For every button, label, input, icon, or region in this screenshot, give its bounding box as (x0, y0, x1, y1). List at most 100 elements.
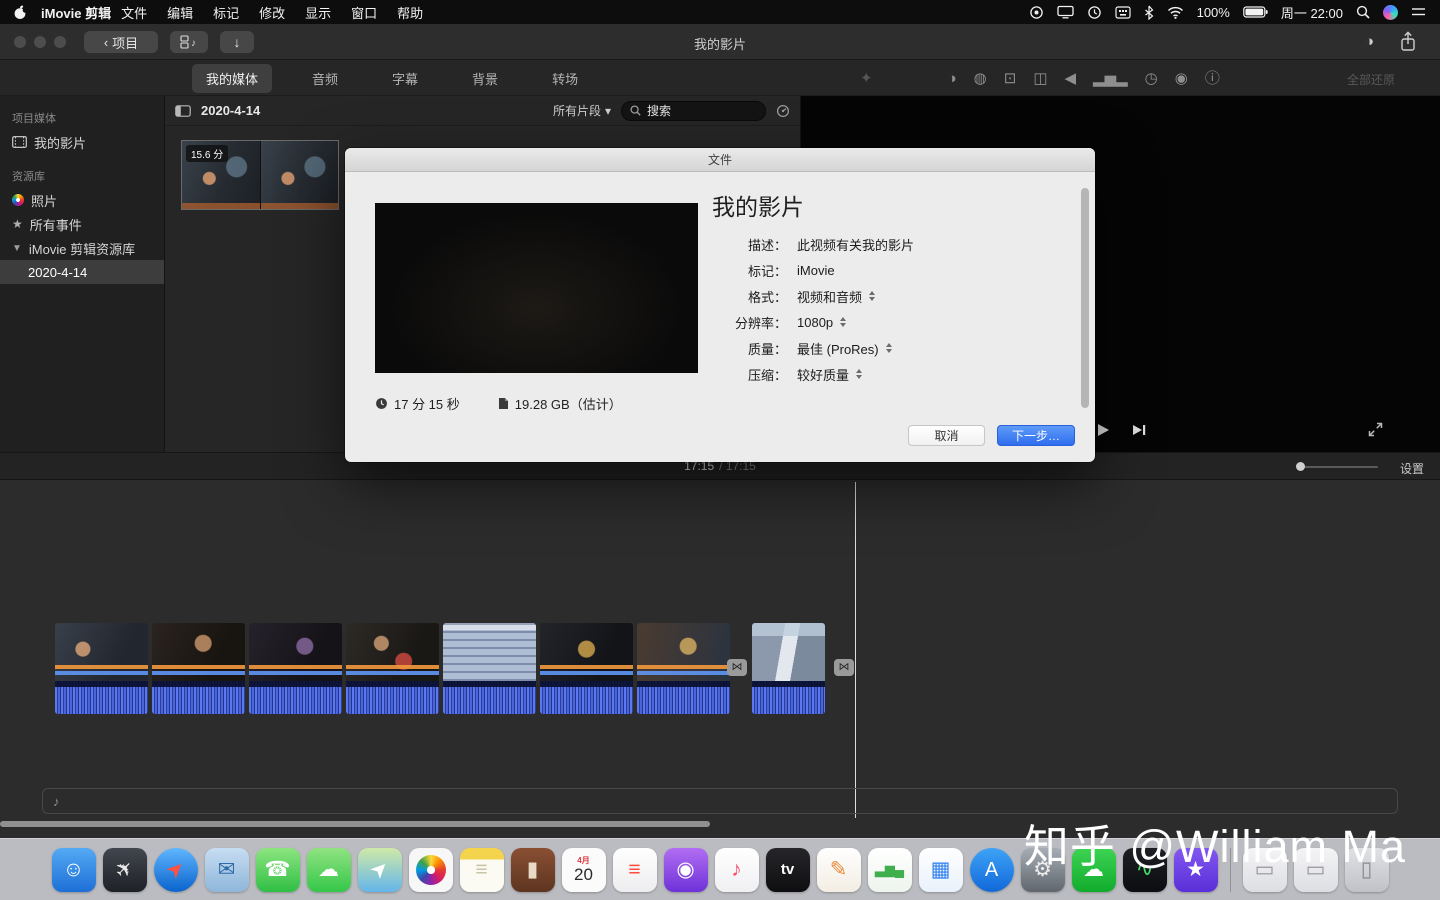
timeline-clip[interactable] (540, 623, 633, 714)
dock-facetime[interactable]: ☎ (255, 845, 301, 895)
timeline-horizontal-scrollbar[interactable] (0, 821, 710, 827)
dock-finder[interactable]: ☺ (51, 845, 97, 895)
timeline-zoom-slider[interactable] (1298, 466, 1378, 468)
menu-item[interactable]: 帮助 (397, 3, 423, 22)
notification-center-icon[interactable] (1411, 6, 1426, 18)
sidebar-item-imovie-library[interactable]: ▼ iMovie 剪辑资源库 (0, 236, 164, 260)
field-value[interactable]: 最佳 (ProRes) (797, 339, 879, 358)
tab-1[interactable]: 我的媒体 (192, 64, 272, 93)
spotlight-icon[interactable] (1356, 5, 1370, 19)
dock-appstore[interactable]: A (969, 845, 1015, 895)
screen-recording-icon[interactable] (1029, 5, 1044, 20)
preview-volume-icon[interactable]: ◀ (1065, 71, 1077, 86)
export-movie-title-field[interactable]: 我的影片 (712, 188, 804, 222)
dock-notes[interactable]: ≡ (459, 845, 505, 895)
preview-enhance-icon[interactable]: ✦ (860, 71, 873, 86)
display-icon[interactable] (1057, 5, 1074, 19)
menu-item[interactable]: 标记 (213, 3, 239, 22)
dock-maps[interactable]: ➤ (357, 845, 403, 895)
menu-item[interactable]: 编辑 (167, 3, 193, 22)
skip-forward-button[interactable] (1131, 423, 1147, 437)
battery-icon[interactable] (1243, 6, 1268, 18)
share-button[interactable] (1398, 31, 1418, 53)
fullscreen-icon[interactable] (1367, 421, 1384, 438)
menu-clock[interactable]: 周一 22:00 (1281, 3, 1343, 22)
preview-speed-icon[interactable]: ◷ (1145, 71, 1158, 86)
field-value[interactable]: 较好质量 (797, 365, 849, 384)
timeline-clip[interactable] (249, 623, 342, 714)
tab-2[interactable]: 音频 (298, 64, 352, 93)
dock-messages[interactable]: ☁ (306, 845, 352, 895)
field-value[interactable]: 1080p (797, 315, 833, 330)
preview-crop-icon[interactable]: ⊡ (1004, 71, 1017, 86)
sidebar-item-photos[interactable]: 照片 (0, 188, 164, 212)
cancel-button[interactable]: 取消 (908, 425, 985, 446)
dock-books[interactable]: ▮ (510, 845, 556, 895)
tab-5[interactable]: 转场 (538, 64, 592, 93)
dock-launchpad[interactable]: ✈ (102, 845, 148, 895)
sidebar-item-all-events[interactable]: ★ 所有事件 (0, 212, 164, 236)
dock-photos[interactable] (408, 845, 454, 895)
sidebar-toggle-icon[interactable] (175, 105, 191, 117)
timeline-settings-button[interactable]: 设置 (1400, 460, 1424, 477)
restore-all-label[interactable]: 全部还原 (1347, 71, 1395, 88)
tab-4[interactable]: 背景 (458, 64, 512, 93)
zoom-slider-knob[interactable] (1296, 462, 1305, 471)
preview-color-correction-icon[interactable]: ◍ (974, 71, 987, 86)
timeline-clip[interactable] (752, 623, 825, 714)
stepper-control[interactable] (869, 291, 875, 301)
menu-item[interactable]: 文件 (121, 3, 147, 22)
sidebar-item-event-2020-4-14[interactable]: 2020-4-14 (0, 260, 164, 284)
disclosure-triangle-icon[interactable]: ▼ (12, 243, 22, 254)
preview-noise-reduction-icon[interactable]: ▂▅▂ (1093, 71, 1128, 86)
menu-item[interactable]: 窗口 (351, 3, 377, 22)
preview-info-icon[interactable]: ⓘ (1205, 71, 1220, 86)
wifi-icon[interactable] (1167, 6, 1184, 19)
stepper-control[interactable] (840, 317, 846, 327)
playhead[interactable] (855, 482, 856, 818)
stepper-control[interactable] (856, 369, 862, 379)
dock-tv[interactable]: tv (765, 845, 811, 895)
timeline-clip[interactable] (55, 623, 148, 714)
preview-color-balance-icon[interactable]: ◑ (948, 71, 957, 86)
dialog-scrollbar[interactable] (1081, 188, 1089, 408)
timeline-clip[interactable] (637, 623, 730, 714)
timeline-clip[interactable] (443, 623, 536, 714)
preview-effects-icon[interactable]: ◉ (1175, 71, 1188, 86)
dock-pages[interactable]: ✎ (816, 845, 862, 895)
appearance-toggle-icon[interactable]: ◑ (1365, 33, 1374, 50)
timeline-clip[interactable] (152, 623, 245, 714)
field-value[interactable]: 此视频有关我的影片 (797, 235, 914, 254)
search-input[interactable]: 搜索 (621, 101, 766, 121)
clip-filter-dropdown[interactable]: 所有片段 ▾ (553, 102, 611, 119)
field-value[interactable]: iMovie (797, 263, 835, 278)
menu-app-name[interactable]: iMovie 剪辑 (41, 3, 111, 22)
tab-3[interactable]: 字幕 (378, 64, 432, 93)
sidebar-item-my-movie[interactable]: 我的影片 (0, 130, 164, 154)
stepper-control[interactable] (886, 343, 892, 353)
preview-stabilization-icon[interactable]: ◫ (1033, 71, 1047, 86)
event-clip-thumbnail[interactable]: 15.6 分 (181, 140, 339, 210)
filter-settings-icon[interactable] (776, 104, 790, 118)
dock-podcasts[interactable]: ◉ (663, 845, 709, 895)
siri-icon[interactable] (1383, 5, 1398, 20)
dock-safari[interactable]: ➤ (153, 845, 199, 895)
apple-menu-icon[interactable] (14, 5, 27, 20)
time-machine-icon[interactable] (1087, 5, 1102, 20)
next-button[interactable]: 下一步… (997, 425, 1075, 446)
transition-icon[interactable]: ⋈ (727, 659, 747, 676)
dock-numbers[interactable]: ▃▆▄ (867, 845, 913, 895)
timeline-clip[interactable] (346, 623, 439, 714)
dock-music[interactable]: ♪ (714, 845, 760, 895)
menu-item[interactable]: 显示 (305, 3, 331, 22)
field-value[interactable]: 视频和音频 (797, 287, 862, 306)
transition-icon[interactable]: ⋈ (834, 659, 854, 676)
bluetooth-icon[interactable] (1144, 5, 1154, 20)
dock-calendar[interactable]: 4月20 (561, 845, 607, 895)
menu-item[interactable]: 修改 (259, 3, 285, 22)
dock-mail[interactable]: ✉ (204, 845, 250, 895)
play-button[interactable] (1095, 422, 1111, 438)
dock-reminders[interactable]: ≡ (612, 845, 658, 895)
dock-keynote[interactable]: ▦ (918, 845, 964, 895)
keyboard-icon[interactable] (1115, 6, 1131, 19)
